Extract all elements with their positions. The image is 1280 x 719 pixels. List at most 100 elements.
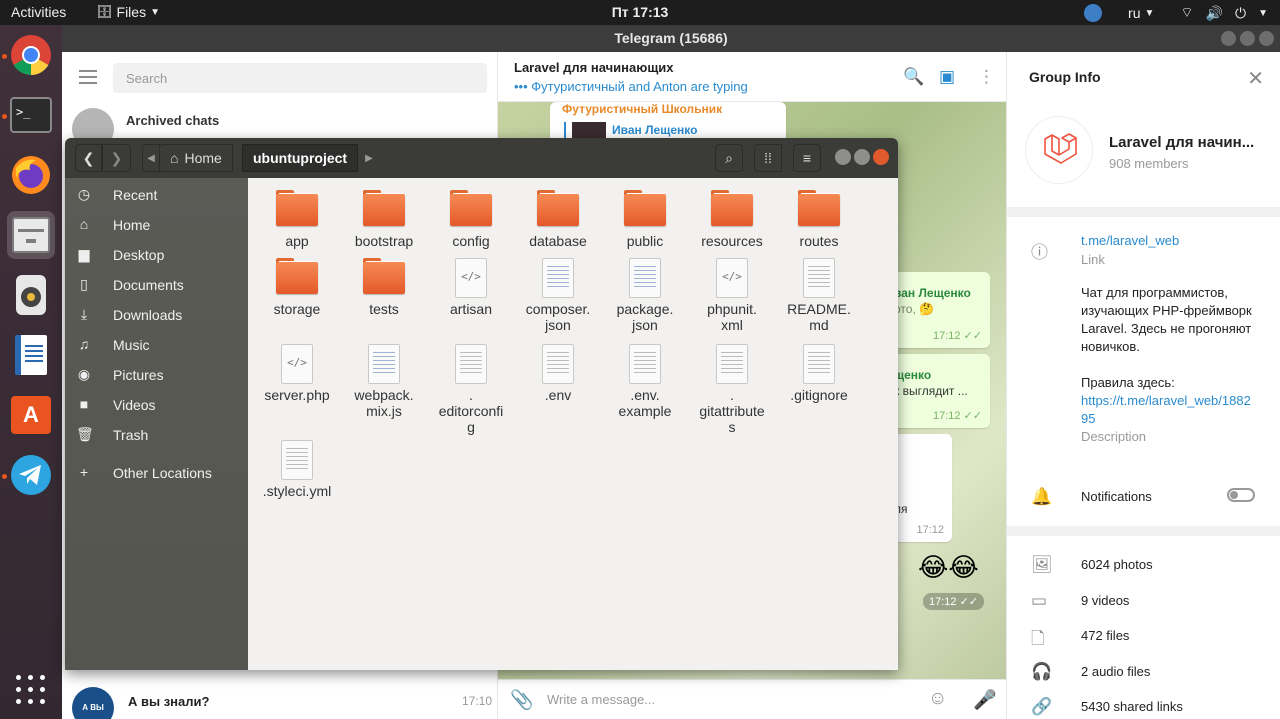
audio-count[interactable]: 2 audio files (1081, 664, 1150, 679)
file-name: phpunit. xml (707, 301, 757, 333)
sidebar-item-other-locations[interactable]: + Other Locations (65, 458, 248, 488)
chevron-down-icon[interactable]: ▼ (1258, 8, 1268, 19)
file-item[interactable]: package. json (602, 258, 688, 333)
rules-link[interactable]: https://t.me/laravel_web/1882 95 (1081, 392, 1276, 428)
photos-count[interactable]: 6024 photos (1081, 557, 1153, 572)
files-count[interactable]: 472 files (1081, 628, 1129, 643)
emoji-message[interactable]: 😂😂 (918, 552, 979, 583)
search-icon[interactable]: 🔍 (903, 67, 924, 87)
emoji-icon[interactable]: ☺ (928, 688, 947, 710)
breadcrumb-current[interactable]: ubuntuproject (242, 144, 359, 172)
volume-icon[interactable]: 🔊 (1206, 5, 1223, 22)
wifi-icon[interactable]: ⌔ (1180, 4, 1193, 22)
power-icon[interactable]: ⏻ (1235, 5, 1246, 22)
microphone-icon[interactable]: 🎤 (973, 688, 997, 712)
file-item[interactable]: .gitignore (776, 344, 862, 403)
breadcrumb-home-label: Home (184, 150, 222, 166)
software-launcher[interactable]: A (7, 391, 55, 439)
file-item[interactable]: . editorconfi g (428, 344, 514, 435)
file-item[interactable]: webpack. mix.js (341, 344, 427, 419)
sidebar-item-videos[interactable]: ■ Videos (65, 390, 248, 420)
weather-avatar-icon[interactable] (1084, 4, 1103, 22)
sidebar-item-documents[interactable]: ▯ Documents (65, 270, 248, 300)
attach-icon[interactable]: 📎 (510, 688, 534, 712)
chat-list-item[interactable]: А ВЫ ЗНАЛИ А вы знали? 17:10 (72, 684, 492, 719)
more-icon[interactable]: ⋮ (978, 67, 995, 87)
message-input[interactable]: Write a message... (547, 692, 655, 707)
sidebar-item-downloads[interactable]: ⤓ Downloads (65, 300, 248, 330)
folder-item[interactable]: database (515, 190, 601, 249)
minimize-icon[interactable] (835, 149, 851, 165)
sidebar-item-pictures[interactable]: ◉ Pictures (65, 360, 248, 390)
rhythmbox-launcher[interactable] (7, 271, 55, 319)
close-icon[interactable] (1259, 31, 1274, 46)
message-bubble[interactable]: Футуристичный Школьник Иван Лещенко (550, 102, 786, 142)
show-applications-icon[interactable] (16, 675, 46, 705)
folder-item[interactable]: bootstrap (341, 190, 427, 249)
minimize-icon[interactable] (1221, 31, 1236, 46)
videos-count[interactable]: 9 videos (1081, 593, 1129, 608)
message-bubble[interactable]: щенко к выглядит ... 17:12 ✓✓ (890, 354, 990, 428)
message-bubble[interactable]: ля 17:12 (890, 434, 952, 542)
back-button[interactable]: ❮ (75, 144, 102, 172)
file-item[interactable]: . gitattribute s (689, 344, 775, 435)
sidebar-item-music[interactable]: ♫ Music (65, 330, 248, 360)
file-item[interactable]: </> artisan (428, 258, 514, 317)
folder-item[interactable]: config (428, 190, 514, 249)
sidebar-item-recent[interactable]: ◷ Recent (65, 180, 248, 210)
clock[interactable]: Пт 17:13 (612, 4, 669, 20)
chat-header[interactable]: Laravel для начинающих ••• Футуристичный… (498, 52, 1006, 102)
view-toggle-button[interactable]: ⁞⁞ (754, 144, 782, 172)
notifications-toggle[interactable] (1227, 488, 1255, 502)
breadcrumb-scroll-right[interactable]: ▶ (360, 144, 378, 172)
close-icon[interactable] (873, 149, 889, 165)
breadcrumb-home[interactable]: ⌂ Home (159, 144, 233, 172)
menu-button[interactable]: ≡ (793, 144, 821, 172)
chrome-launcher[interactable] (7, 31, 55, 79)
folder-item[interactable]: public (602, 190, 688, 249)
sidebar-item-desktop[interactable]: ▆ Desktop (65, 240, 248, 270)
text-file-icon (536, 258, 580, 298)
file-item[interactable]: </> phpunit. xml (689, 258, 775, 333)
forward-button[interactable]: ❯ (102, 144, 131, 172)
menu-icon[interactable] (79, 70, 97, 88)
close-icon[interactable]: ✕ (1247, 66, 1264, 91)
message-bubble[interactable]: ван Лещенко ото, 🤔 17:12 ✓✓ (890, 272, 990, 348)
writer-launcher[interactable] (7, 331, 55, 379)
folder-item[interactable]: routes (776, 190, 862, 249)
description-label: Description (1081, 429, 1147, 444)
search-button[interactable]: ⌕ (715, 144, 743, 172)
sidebar-item-home[interactable]: ⌂ Home (65, 210, 248, 240)
links-count[interactable]: 5430 shared links (1081, 699, 1183, 714)
folder-item[interactable]: tests (341, 258, 427, 317)
breadcrumb-scroll-left[interactable]: ◀ (142, 144, 160, 172)
laravel-logo-icon (1025, 116, 1093, 184)
telegram-launcher[interactable] (7, 451, 55, 499)
sidebar-item-trash[interactable]: 🗑 Trash (65, 420, 248, 450)
group-link[interactable]: t.me/laravel_web (1081, 233, 1179, 248)
firefox-launcher[interactable] (7, 151, 55, 199)
maximize-icon[interactable] (854, 149, 870, 165)
folder-item[interactable]: resources (689, 190, 775, 249)
terminal-launcher[interactable]: >_ (7, 91, 55, 139)
divider (1007, 207, 1280, 217)
file-item[interactable]: composer. json (515, 258, 601, 333)
maximize-icon[interactable] (1240, 31, 1255, 46)
file-item[interactable]: </> server.php (254, 344, 340, 403)
language-switcher[interactable]: ru ▼ (1128, 5, 1154, 21)
file-name: tests (369, 301, 399, 317)
sidebar-toggle-icon[interactable]: ▣ (939, 67, 955, 87)
search-input[interactable]: Search (113, 63, 487, 93)
folder-item[interactable]: storage (254, 258, 340, 317)
app-menu-files[interactable]: 🗄 Files ▼ (96, 4, 160, 20)
files-window: ❮ ❯ ◀ ⌂ Home ubuntuproject ▶ ⌕ ⁞⁞ ≡ ◷ Rec… (65, 138, 898, 670)
activities-button[interactable]: Activities (11, 4, 66, 20)
member-count[interactable]: 908 members (1109, 156, 1188, 171)
file-item[interactable]: .styleci.yml (254, 440, 340, 499)
link-icon: 🔗 (1031, 697, 1053, 716)
folder-item[interactable]: app (254, 190, 340, 249)
files-launcher[interactable] (7, 211, 55, 259)
file-item[interactable]: .env (515, 344, 601, 403)
file-item[interactable]: README. md (776, 258, 862, 333)
file-item[interactable]: .env. example (602, 344, 688, 419)
